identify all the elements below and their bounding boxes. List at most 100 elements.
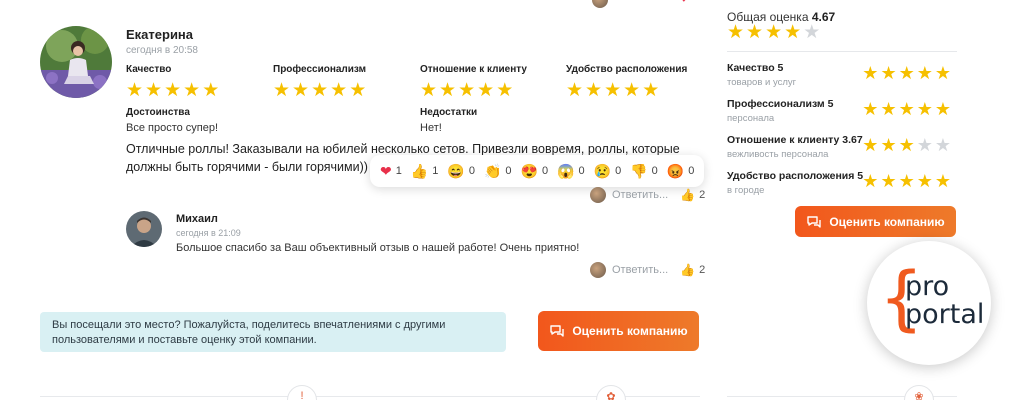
star-filled-icon: ★ xyxy=(164,80,184,101)
star-filled-icon: ★ xyxy=(898,171,917,191)
criterion-attitude: Отношение к клиенту ★★★★★ xyxy=(420,64,527,100)
cons-title: Недостатки xyxy=(420,107,478,118)
star-filled-icon: ★ xyxy=(862,63,881,83)
proportal-logo[interactable]: { pro portal xyxy=(867,241,991,365)
star-filled-icon: ★ xyxy=(273,80,293,101)
star-filled-icon: ★ xyxy=(623,80,643,101)
thumbs-up-icon: 👍 xyxy=(680,263,696,277)
star-filled-icon: ★ xyxy=(585,80,605,101)
heart-eyes-icon: 😍 xyxy=(520,163,538,179)
sidebar-rating-attitude: Отношение к клиенту 3.67 вежливость перс… xyxy=(727,134,957,160)
criterion-label: Качество xyxy=(126,64,172,75)
reaction-count: 0 xyxy=(468,165,475,177)
reaction-count: 0 xyxy=(541,165,549,177)
current-user-avatar xyxy=(590,187,606,203)
previous-heart-icon: ❤ xyxy=(678,0,690,7)
criterion-stars: ★★★★★ xyxy=(420,81,527,100)
rate-company-button[interactable]: Оценить компанию xyxy=(538,311,699,351)
author-avatar xyxy=(40,26,112,98)
criterion-stars: ★★★★★ xyxy=(126,81,221,100)
criterion-location: Удобство расположения ★★★★★ xyxy=(566,64,687,100)
thumbs-down-icon: 👎 xyxy=(630,163,648,179)
star-filled-icon: ★ xyxy=(566,80,586,101)
criterion-label: Профессионализм xyxy=(273,64,367,75)
cons-text: Нет! xyxy=(420,122,442,134)
star-filled-icon: ★ xyxy=(439,80,459,101)
rating-stars: ★★★★★ xyxy=(862,100,953,118)
thumbs-up-icon: 👍 xyxy=(680,188,696,202)
reaction-grin[interactable]: 😄 0 xyxy=(447,164,475,178)
reply-text: Большое спасибо за Ваш объективный отзыв… xyxy=(176,242,580,254)
star-filled-icon: ★ xyxy=(604,80,624,101)
thumbs-up-icon: 👍 xyxy=(410,163,429,179)
star-empty-icon: ★ xyxy=(934,135,953,155)
star-filled-icon: ★ xyxy=(898,135,917,155)
reply-link[interactable]: Ответить... xyxy=(612,189,668,201)
logo-word-portal: portal xyxy=(905,299,985,330)
reaction-count: 0 xyxy=(578,165,585,177)
reply-author-name: Михаил xyxy=(176,213,218,225)
reaction-count: 0 xyxy=(615,165,622,177)
reaction-thumbs-up[interactable]: 👍 1 xyxy=(411,164,439,178)
star-filled-icon: ★ xyxy=(898,99,917,119)
info-icon: ! xyxy=(287,385,317,400)
star-filled-icon: ★ xyxy=(934,63,953,83)
overall-stars: ★★★★★ xyxy=(727,23,822,42)
sidebar-rate-company-button[interactable]: Оценить компанию xyxy=(795,206,956,237)
reaction-angry[interactable]: 😡 0 xyxy=(667,164,695,178)
heart-icon: ❤ xyxy=(380,163,392,179)
current-user-avatar xyxy=(590,262,606,278)
logo-word-pro: pro xyxy=(905,271,950,302)
pros-block: Достоинства Все просто супер! xyxy=(126,107,218,134)
star-filled-icon: ★ xyxy=(916,171,935,191)
reaction-thumbs-down[interactable]: 👎 0 xyxy=(630,164,658,178)
star-filled-icon: ★ xyxy=(183,80,203,101)
reaction-count: 1 xyxy=(395,165,402,177)
star-filled-icon: ★ xyxy=(292,80,312,101)
star-filled-icon: ★ xyxy=(765,22,785,43)
criterion-stars: ★★★★★ xyxy=(273,81,368,100)
rating-stars: ★★★★★ xyxy=(862,64,953,82)
star-filled-icon: ★ xyxy=(862,99,881,119)
rating-stars: ★★★★★ xyxy=(862,136,953,154)
star-filled-icon: ★ xyxy=(934,171,953,191)
like-button[interactable]: 👍 2 xyxy=(680,188,705,202)
star-filled-icon: ★ xyxy=(916,99,935,119)
reply-actions: Ответить... 👍 2 xyxy=(590,262,705,278)
star-filled-icon: ★ xyxy=(862,135,881,155)
reaction-crying[interactable]: 😢 0 xyxy=(594,164,622,178)
star-filled-icon: ★ xyxy=(746,22,766,43)
criterion-professionalism: Профессионализм ★★★★★ xyxy=(273,64,368,100)
reaction-shocked[interactable]: 😱 0 xyxy=(557,164,585,178)
review-bubble-icon xyxy=(807,215,822,228)
reactions-popup: ❤ 1 👍 1 😄 0 👏 0 😍 0 😱 0 😢 0 👎 0 😡 0 xyxy=(370,155,705,187)
star-filled-icon: ★ xyxy=(349,80,369,101)
shocked-icon: 😱 xyxy=(557,163,575,179)
star-filled-icon: ★ xyxy=(330,80,350,101)
star-filled-icon: ★ xyxy=(898,63,917,83)
paw-icon: ✿ xyxy=(596,385,626,400)
rate-company-label: Оценить компанию xyxy=(829,214,945,229)
reply-author-avatar xyxy=(126,211,162,247)
reaction-clap[interactable]: 👏 0 xyxy=(484,164,512,178)
reaction-count: 0 xyxy=(505,165,512,177)
review-timestamp: сегодня в 20:58 xyxy=(126,45,198,56)
reaction-heart[interactable]: ❤ 1 xyxy=(380,164,402,178)
reaction-heart-eyes[interactable]: 😍 0 xyxy=(521,164,549,178)
previous-avatar xyxy=(592,0,608,8)
criterion-quality: Качество ★★★★★ xyxy=(126,64,221,100)
star-filled-icon: ★ xyxy=(784,22,804,43)
star-filled-icon: ★ xyxy=(311,80,331,101)
pros-text: Все просто супер! xyxy=(126,122,219,134)
star-filled-icon: ★ xyxy=(862,171,881,191)
criterion-stars: ★★★★★ xyxy=(566,81,687,100)
review-bubble-icon xyxy=(550,325,565,337)
reply-timestamp: сегодня в 21:09 xyxy=(176,228,241,238)
reply-link[interactable]: Ответить... xyxy=(612,264,668,276)
reaction-count: 1 xyxy=(432,165,439,177)
clap-icon: 👏 xyxy=(483,163,502,179)
rating-stars: ★★★★★ xyxy=(862,172,953,190)
like-count: 2 xyxy=(699,189,706,201)
like-button[interactable]: 👍 2 xyxy=(680,263,705,277)
star-filled-icon: ★ xyxy=(880,135,899,155)
